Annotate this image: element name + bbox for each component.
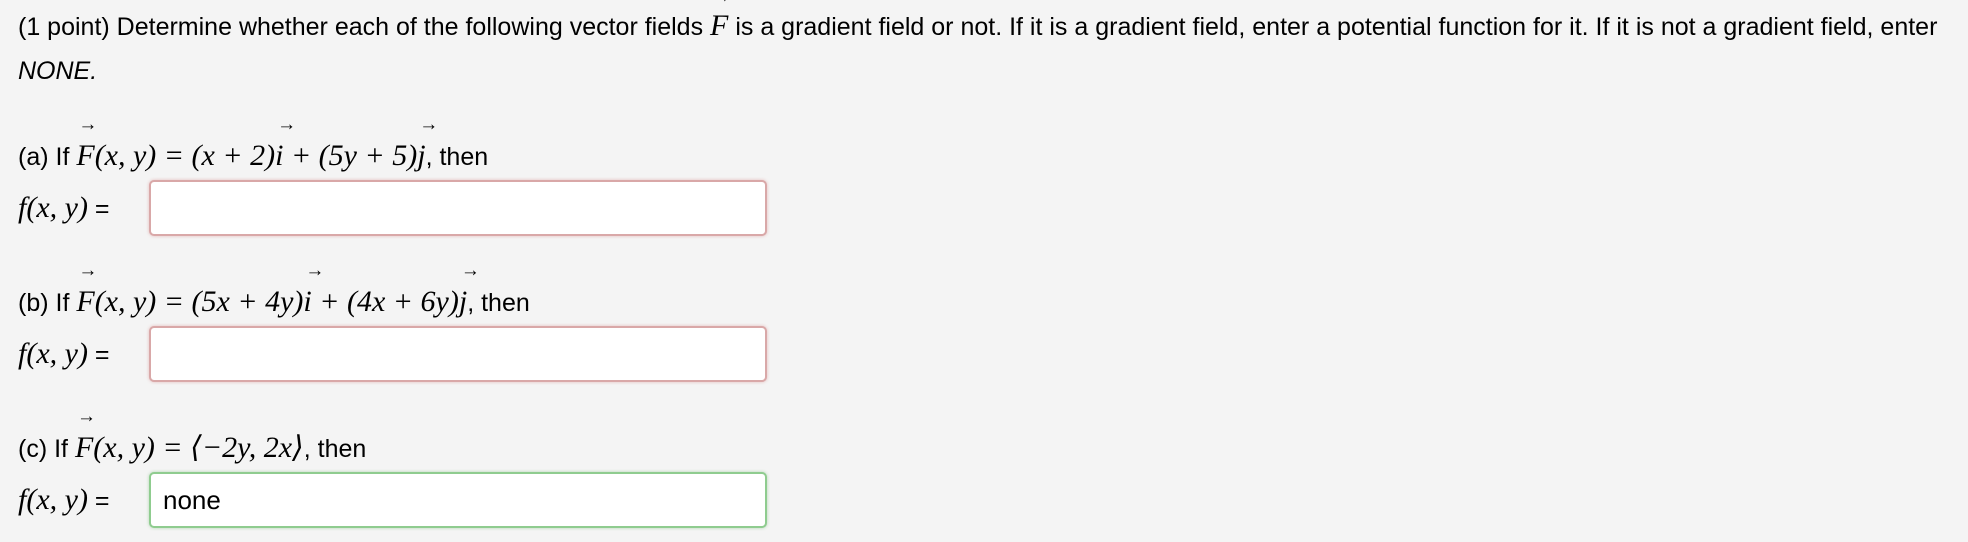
part-a: (a) If F(x, y) = (x + 2)i + (5y + 5)j, t… — [18, 115, 767, 238]
part-b-function-name: f(x, y) — [18, 337, 88, 370]
part-c-answer-row: f(x, y) = — [18, 470, 767, 530]
part-a-label: (a) If — [18, 143, 70, 171]
part-c-vector-f: F — [75, 407, 96, 472]
none-keyword: NONE. — [18, 57, 98, 85]
part-b-unit-j: j — [459, 261, 481, 326]
part-a-unit-i: i — [275, 115, 297, 180]
part-b-equals: = — [87, 341, 110, 369]
part-b-answer-input[interactable] — [149, 326, 767, 382]
problem-container: (1 point) Determine whether each of the … — [0, 0, 1968, 542]
vector-f-symbol: F — [710, 0, 731, 48]
part-c-answer-label: f(x, y) = — [18, 483, 149, 517]
part-b-then: , then — [467, 289, 530, 317]
problem-statement: (1 point) Determine whether each of the … — [18, 0, 1953, 93]
part-a-question: (a) If F(x, y) = (x + 2)i + (5y + 5)j, t… — [18, 115, 767, 180]
part-a-function-name: f(x, y) — [18, 191, 88, 224]
part-b-field-args: (x, y) = (5x + 4y) — [94, 285, 304, 318]
part-b-label: (b) If — [18, 289, 70, 317]
intro-text-continued: is a gradient field or not. If it is a g… — [735, 13, 1938, 41]
part-b-answer-row: f(x, y) = — [18, 324, 767, 384]
part-a-field-args: (x, y) = (x + 2) — [94, 139, 276, 172]
part-a-then: , then — [425, 143, 489, 171]
points-label: (1 point) — [18, 13, 110, 41]
part-b-vector-f: F — [76, 261, 97, 326]
part-b-answer-label: f(x, y) = — [18, 337, 149, 371]
part-a-unit-j: j — [417, 115, 439, 180]
part-a-answer-input[interactable] — [149, 180, 767, 236]
part-c-function-name: f(x, y) — [18, 483, 88, 516]
part-b-middle: + (4x + 6y) — [311, 285, 459, 318]
part-c-then: , then — [303, 435, 367, 463]
part-a-answer-row: f(x, y) = — [18, 178, 767, 238]
part-b-unit-i: i — [303, 261, 325, 326]
part-b: (b) If F(x, y) = (5x + 4y)i + (4x + 6y)j… — [18, 261, 767, 384]
part-c: (c) If F(x, y) = ⟨−2y, 2x⟩, then f(x, y)… — [18, 407, 767, 530]
part-c-answer-input[interactable] — [149, 472, 767, 528]
part-b-question: (b) If F(x, y) = (5x + 4y)i + (4x + 6y)j… — [18, 261, 767, 326]
part-c-label: (c) If — [18, 435, 68, 463]
part-c-question: (c) If F(x, y) = ⟨−2y, 2x⟩, then — [18, 407, 767, 472]
part-c-equals: = — [87, 487, 110, 515]
intro-text: Determine whether each of the following … — [116, 13, 704, 41]
part-a-vector-f: F — [76, 115, 97, 180]
part-a-answer-label: f(x, y) = — [18, 191, 149, 225]
part-a-middle: + (5y + 5) — [283, 139, 418, 172]
part-c-field-args: (x, y) = ⟨−2y, 2x⟩ — [93, 431, 304, 464]
part-a-equals: = — [87, 195, 110, 223]
